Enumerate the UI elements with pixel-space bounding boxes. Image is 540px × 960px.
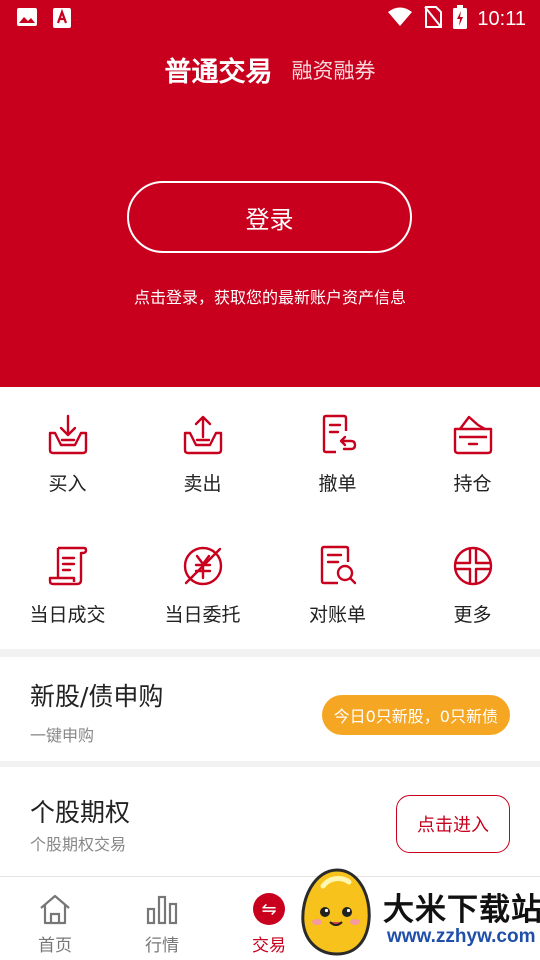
image-icon [16,7,38,33]
battery-charging-icon [453,5,468,33]
account-header: 普通交易 融资融券 登录 点击登录，获取您的最新账户资产信息 [0,36,540,387]
nav-label: 行情 [145,936,179,956]
clock-time: 10:11 [477,7,526,30]
status-bar: 10:11 [0,0,540,36]
grid-item-daily-deal[interactable]: 当日成交 [0,518,135,649]
ipo-card-title: 新股/债申购 [30,682,164,711]
login-button[interactable]: 登录 [127,181,412,253]
grid-item-sell[interactable]: 卖出 [135,387,270,518]
tab-margin-trade[interactable]: 融资融券 [292,59,376,83]
grid-item-cancel-order[interactable]: 撤单 [270,387,405,518]
grid-item-position[interactable]: 持仓 [405,387,540,518]
trade-icon: ⇋ [253,893,285,925]
ipo-card-subtitle: 一键申购 [30,726,95,745]
grid-item-label: 持仓 [453,473,492,495]
home-icon [40,894,70,925]
nav-market[interactable]: 行情 [107,877,217,960]
ipo-count-badge: 今日0只新股，0只新债 [321,695,510,735]
grid-item-more[interactable]: 更多 [405,518,540,649]
function-grid: 买入 卖出 撤单 持仓 当日成交 当日委托 对账单 更多 [0,387,540,649]
tab-normal-trade[interactable]: 普通交易 [164,57,272,88]
sell-icon [183,415,222,455]
statement-icon [320,545,356,585]
site-watermark: 大米下载站 www.zzhyw.com [295,862,540,960]
rice-mascot-logo [301,868,371,956]
stock-option-card: 个股期权 个股期权交易 点击进入 [0,767,540,876]
grid-item-statement[interactable]: 对账单 [270,518,405,649]
grid-item-label: 当日委托 [164,604,241,626]
option-card-subtitle: 个股期权交易 [30,835,127,854]
option-card-title: 个股期权 [30,798,131,827]
nav-label: 首页 [38,936,72,956]
buy-icon [48,414,87,455]
grid-item-daily-entrust[interactable]: 当日委托 [135,518,270,649]
login-hint: 点击登录，获取您的最新账户资产信息 [133,288,406,307]
daily-deal-icon [48,546,87,586]
grid-item-buy[interactable]: 买入 [0,387,135,518]
enter-option-button[interactable]: 点击进入 [396,795,510,853]
ipo-subscription-card[interactable]: 新股/债申购 一键申购 今日0只新股，0只新债 [0,657,540,761]
position-icon [453,415,492,455]
watermark-text: 大米下载站 [383,892,540,928]
nav-label: 交易 [252,936,286,956]
grid-item-label: 卖出 [183,473,222,495]
grid-item-label: 当日成交 [29,604,106,626]
market-chart-icon [146,895,178,925]
wifi-icon [387,7,413,31]
grid-item-label: 更多 [453,604,492,626]
watermark-url: www.zzhyw.com [387,926,536,947]
grid-item-label: 撤单 [318,473,357,495]
no-sim-icon [423,5,443,33]
daily-entrust-icon [183,546,222,586]
cancel-order-icon [322,414,356,454]
nav-home[interactable]: 首页 [0,877,110,960]
grid-item-label: 买入 [48,473,87,495]
trade-type-tabs: 普通交易 融资融券 [0,50,540,89]
grid-item-label: 对账单 [308,604,366,626]
more-icon [453,546,492,586]
app-notification-icon [52,7,72,33]
